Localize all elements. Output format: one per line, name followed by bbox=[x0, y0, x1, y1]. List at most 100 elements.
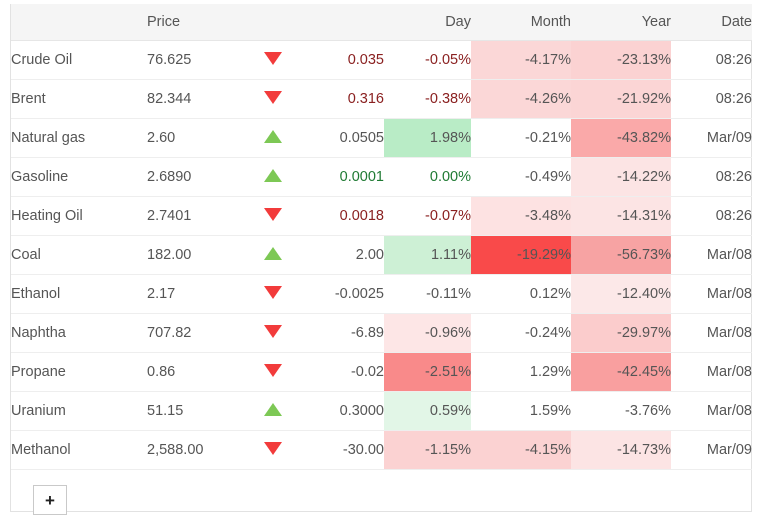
cell-change: 0.0018 bbox=[299, 196, 384, 236]
cell-date: Mar/08 bbox=[671, 313, 752, 353]
table-row[interactable]: Propane 0.86 -0.02 -2.51% 1.29% -42.45% Mar/08 bbox=[11, 352, 752, 392]
column-header-month[interactable]: Month bbox=[471, 4, 571, 41]
cell-commodity-name[interactable]: Ethanol bbox=[11, 274, 147, 314]
cell-price: 2.6890 bbox=[147, 157, 247, 197]
cell-commodity-name[interactable]: Crude Oil bbox=[11, 40, 147, 80]
cell-year-change: -14.22% bbox=[571, 157, 671, 197]
triangle-down-icon bbox=[264, 285, 282, 299]
cell-commodity-name[interactable]: Propane bbox=[11, 352, 147, 392]
cell-year-change: -43.82% bbox=[571, 118, 671, 158]
cell-month-change: -3.48% bbox=[471, 196, 571, 236]
cell-month-change: -0.21% bbox=[471, 118, 571, 158]
triangle-down-icon bbox=[264, 363, 282, 377]
column-header-name[interactable] bbox=[11, 4, 147, 41]
cell-direction bbox=[247, 196, 299, 236]
cell-direction bbox=[247, 430, 299, 470]
triangle-down-icon bbox=[264, 207, 282, 221]
cell-date: Mar/09 bbox=[671, 430, 752, 470]
cell-commodity-name[interactable]: Gasoline bbox=[11, 157, 147, 197]
commodity-quotes-widget: Price Day Month Year Date Crude Oil 76.62… bbox=[10, 4, 752, 515]
table-header-row: Price Day Month Year Date bbox=[11, 4, 752, 41]
cell-day-change: 0.59% bbox=[384, 391, 471, 431]
cell-commodity-name[interactable]: Methanol bbox=[11, 430, 147, 470]
cell-month-change: -19.29% bbox=[471, 235, 571, 275]
cell-price: 0.86 bbox=[147, 352, 247, 392]
cell-change: -0.0025 bbox=[299, 274, 384, 314]
cell-year-change: -14.31% bbox=[571, 196, 671, 236]
column-header-change[interactable] bbox=[299, 4, 384, 41]
cell-change: -0.02 bbox=[299, 352, 384, 392]
cell-month-change: -0.49% bbox=[471, 157, 571, 197]
add-row-button[interactable]: + bbox=[33, 485, 67, 515]
cell-change: -6.89 bbox=[299, 313, 384, 353]
triangle-up-icon bbox=[264, 246, 282, 260]
cell-price: 76.625 bbox=[147, 40, 247, 80]
cell-year-change: -14.73% bbox=[571, 430, 671, 470]
cell-day-change: -2.51% bbox=[384, 352, 471, 392]
column-header-price[interactable]: Price bbox=[147, 4, 247, 41]
cell-month-change: 1.29% bbox=[471, 352, 571, 392]
column-header-arrow[interactable] bbox=[247, 4, 299, 41]
cell-change: 0.0001 bbox=[299, 157, 384, 197]
table-row[interactable]: Gasoline 2.6890 0.0001 0.00% -0.49% -14.22% 08… bbox=[11, 157, 752, 197]
cell-year-change: -29.97% bbox=[571, 313, 671, 353]
cell-price: 51.15 bbox=[147, 391, 247, 431]
cell-date: Mar/09 bbox=[671, 118, 752, 158]
column-header-day[interactable]: Day bbox=[384, 4, 471, 41]
cell-price: 707.82 bbox=[147, 313, 247, 353]
cell-direction bbox=[247, 157, 299, 197]
table-row[interactable]: Coal 182.00 2.00 1.11% -19.29% -56.73% Mar/08 bbox=[11, 235, 752, 275]
cell-commodity-name[interactable]: Naphtha bbox=[11, 313, 147, 353]
cell-year-change: -3.76% bbox=[571, 391, 671, 431]
cell-direction bbox=[247, 313, 299, 353]
cell-price: 2.60 bbox=[147, 118, 247, 158]
cell-day-change: -1.15% bbox=[384, 430, 471, 470]
cell-day-change: 0.00% bbox=[384, 157, 471, 197]
column-header-year[interactable]: Year bbox=[571, 4, 671, 41]
table-row[interactable]: Uranium 51.15 0.3000 0.59% 1.59% -3.76% Mar/08 bbox=[11, 391, 752, 431]
table-row[interactable]: Crude Oil 76.625 0.035 -0.05% -4.17% -23.13% 0… bbox=[11, 40, 752, 80]
cell-price: 182.00 bbox=[147, 235, 247, 275]
cell-day-change: 1.11% bbox=[384, 235, 471, 275]
cell-month-change: 0.12% bbox=[471, 274, 571, 314]
cell-commodity-name[interactable]: Heating Oil bbox=[11, 196, 147, 236]
cell-month-change: -4.15% bbox=[471, 430, 571, 470]
triangle-up-icon bbox=[264, 129, 282, 143]
cell-commodity-name[interactable]: Coal bbox=[11, 235, 147, 275]
cell-date: 08:26 bbox=[671, 157, 752, 197]
table-row[interactable]: Heating Oil 2.7401 0.0018 -0.07% -3.48% -14.3… bbox=[11, 196, 752, 236]
table-row[interactable]: Ethanol 2.17 -0.0025 -0.11% 0.12% -12.40% Mar/… bbox=[11, 274, 752, 314]
column-header-date[interactable]: Date bbox=[671, 4, 752, 41]
cell-change: 0.316 bbox=[299, 79, 384, 119]
cell-day-change: -0.05% bbox=[384, 40, 471, 80]
cell-commodity-name[interactable]: Uranium bbox=[11, 391, 147, 431]
triangle-down-icon bbox=[264, 324, 282, 338]
triangle-down-icon bbox=[264, 51, 282, 65]
table-row[interactable]: Methanol 2,588.00 -30.00 -1.15% -4.15% -14.73… bbox=[11, 430, 752, 470]
cell-date: Mar/08 bbox=[671, 274, 752, 314]
triangle-down-icon bbox=[264, 90, 282, 104]
cell-day-change: -0.96% bbox=[384, 313, 471, 353]
cell-date: 08:26 bbox=[671, 79, 752, 119]
cell-direction bbox=[247, 118, 299, 158]
cell-direction bbox=[247, 40, 299, 80]
cell-commodity-name[interactable]: Natural gas bbox=[11, 118, 147, 158]
table-row[interactable]: Natural gas 2.60 0.0505 1.98% -0.21% -43.82% M… bbox=[11, 118, 752, 158]
cell-direction bbox=[247, 352, 299, 392]
table-header: Price Day Month Year Date bbox=[11, 4, 752, 41]
table-body: Crude Oil 76.625 0.035 -0.05% -4.17% -23.13% 0… bbox=[11, 40, 752, 470]
cell-direction bbox=[247, 274, 299, 314]
table-row[interactable]: Brent 82.344 0.316 -0.38% -4.26% -21.92% 08:26 bbox=[11, 79, 752, 119]
cell-price: 82.344 bbox=[147, 79, 247, 119]
cell-change: -30.00 bbox=[299, 430, 384, 470]
cell-month-change: -4.26% bbox=[471, 79, 571, 119]
cell-year-change: -12.40% bbox=[571, 274, 671, 314]
table-row[interactable]: Naphtha 707.82 -6.89 -0.96% -0.24% -29.97% Mar… bbox=[11, 313, 752, 353]
cell-date: 08:26 bbox=[671, 40, 752, 80]
cell-month-change: 1.59% bbox=[471, 391, 571, 431]
cell-commodity-name[interactable]: Brent bbox=[11, 79, 147, 119]
cell-change: 0.035 bbox=[299, 40, 384, 80]
cell-direction bbox=[247, 235, 299, 275]
cell-year-change: -42.45% bbox=[571, 352, 671, 392]
cell-year-change: -56.73% bbox=[571, 235, 671, 275]
